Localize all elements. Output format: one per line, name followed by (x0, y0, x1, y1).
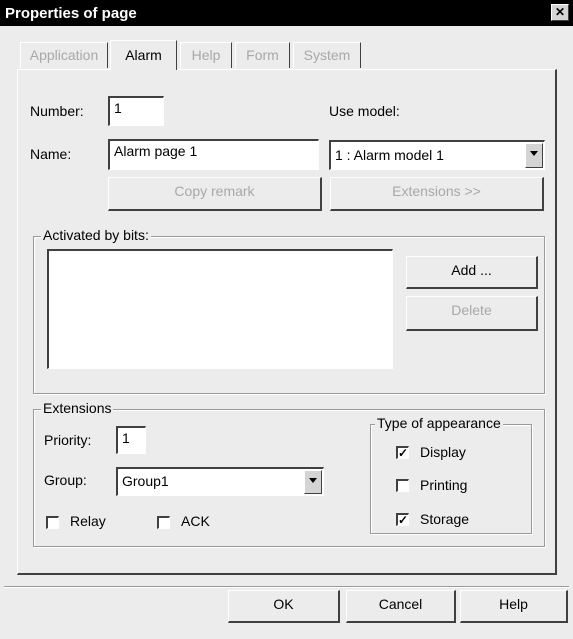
priority-label: Priority: (44, 432, 92, 448)
printing-checkbox[interactable] (396, 479, 409, 492)
window-title: Properties of page (5, 5, 137, 22)
tab-application[interactable]: Application (20, 42, 108, 68)
extensions-button[interactable]: Extensions >> (330, 177, 544, 211)
check-icon: ✓ (398, 513, 409, 527)
tab-label: Application (29, 47, 99, 63)
check-icon: ✓ (398, 446, 409, 460)
use-model-label: Use model: (329, 103, 400, 119)
number-field[interactable]: 1 (108, 96, 164, 126)
help-button[interactable]: Help (460, 590, 568, 623)
tab-form[interactable]: Form (235, 42, 290, 68)
close-icon: ✕ (554, 5, 566, 19)
tab-help[interactable]: Help (180, 42, 232, 68)
use-model-value: 1 : Alarm model 1 (335, 147, 444, 163)
ack-label: ACK (181, 513, 210, 529)
name-field[interactable]: Alarm page 1 (108, 139, 319, 170)
tab-label: System (303, 47, 351, 63)
chevron-down-icon[interactable] (525, 143, 543, 168)
printing-label: Printing (420, 477, 468, 493)
group-select[interactable]: Group1 (116, 467, 324, 496)
chevron-down-icon[interactable] (304, 470, 322, 494)
tab-label: Help (191, 47, 221, 63)
extensions-legend: Extensions (41, 400, 114, 416)
relay-label: Relay (70, 513, 106, 529)
bits-list[interactable] (47, 249, 393, 369)
cancel-button[interactable]: Cancel (346, 590, 456, 623)
add-bit-button[interactable]: Add ... (406, 256, 538, 289)
display-checkbox[interactable]: ✓ (396, 446, 409, 459)
group-label: Group: (44, 472, 87, 488)
tab-system[interactable]: System (293, 42, 361, 68)
delete-bit-button[interactable]: Delete (406, 296, 538, 331)
storage-checkbox[interactable]: ✓ (396, 513, 409, 526)
close-button[interactable]: ✕ (551, 4, 569, 21)
priority-field[interactable]: 1 (116, 426, 146, 454)
activated-by-bits-legend: Activated by bits: (41, 227, 151, 243)
appearance-legend: Type of appearance (375, 415, 503, 431)
tab-label: Alarm (125, 47, 162, 63)
display-label: Display (420, 444, 466, 460)
tab-label: Form (246, 47, 279, 63)
title-bar: Properties of page ✕ (0, 0, 573, 26)
relay-checkbox[interactable] (46, 516, 59, 529)
copy-remark-button[interactable]: Copy remark (108, 177, 322, 211)
ack-checkbox[interactable] (157, 516, 170, 529)
use-model-select[interactable]: 1 : Alarm model 1 (329, 140, 545, 170)
number-label: Number: (30, 103, 84, 119)
tab-alarm[interactable]: Alarm (110, 40, 177, 70)
footer-separator (4, 586, 569, 588)
group-value: Group1 (122, 473, 169, 489)
storage-label: Storage (420, 511, 470, 527)
ok-button[interactable]: OK (228, 590, 340, 623)
name-label: Name: (30, 146, 72, 162)
